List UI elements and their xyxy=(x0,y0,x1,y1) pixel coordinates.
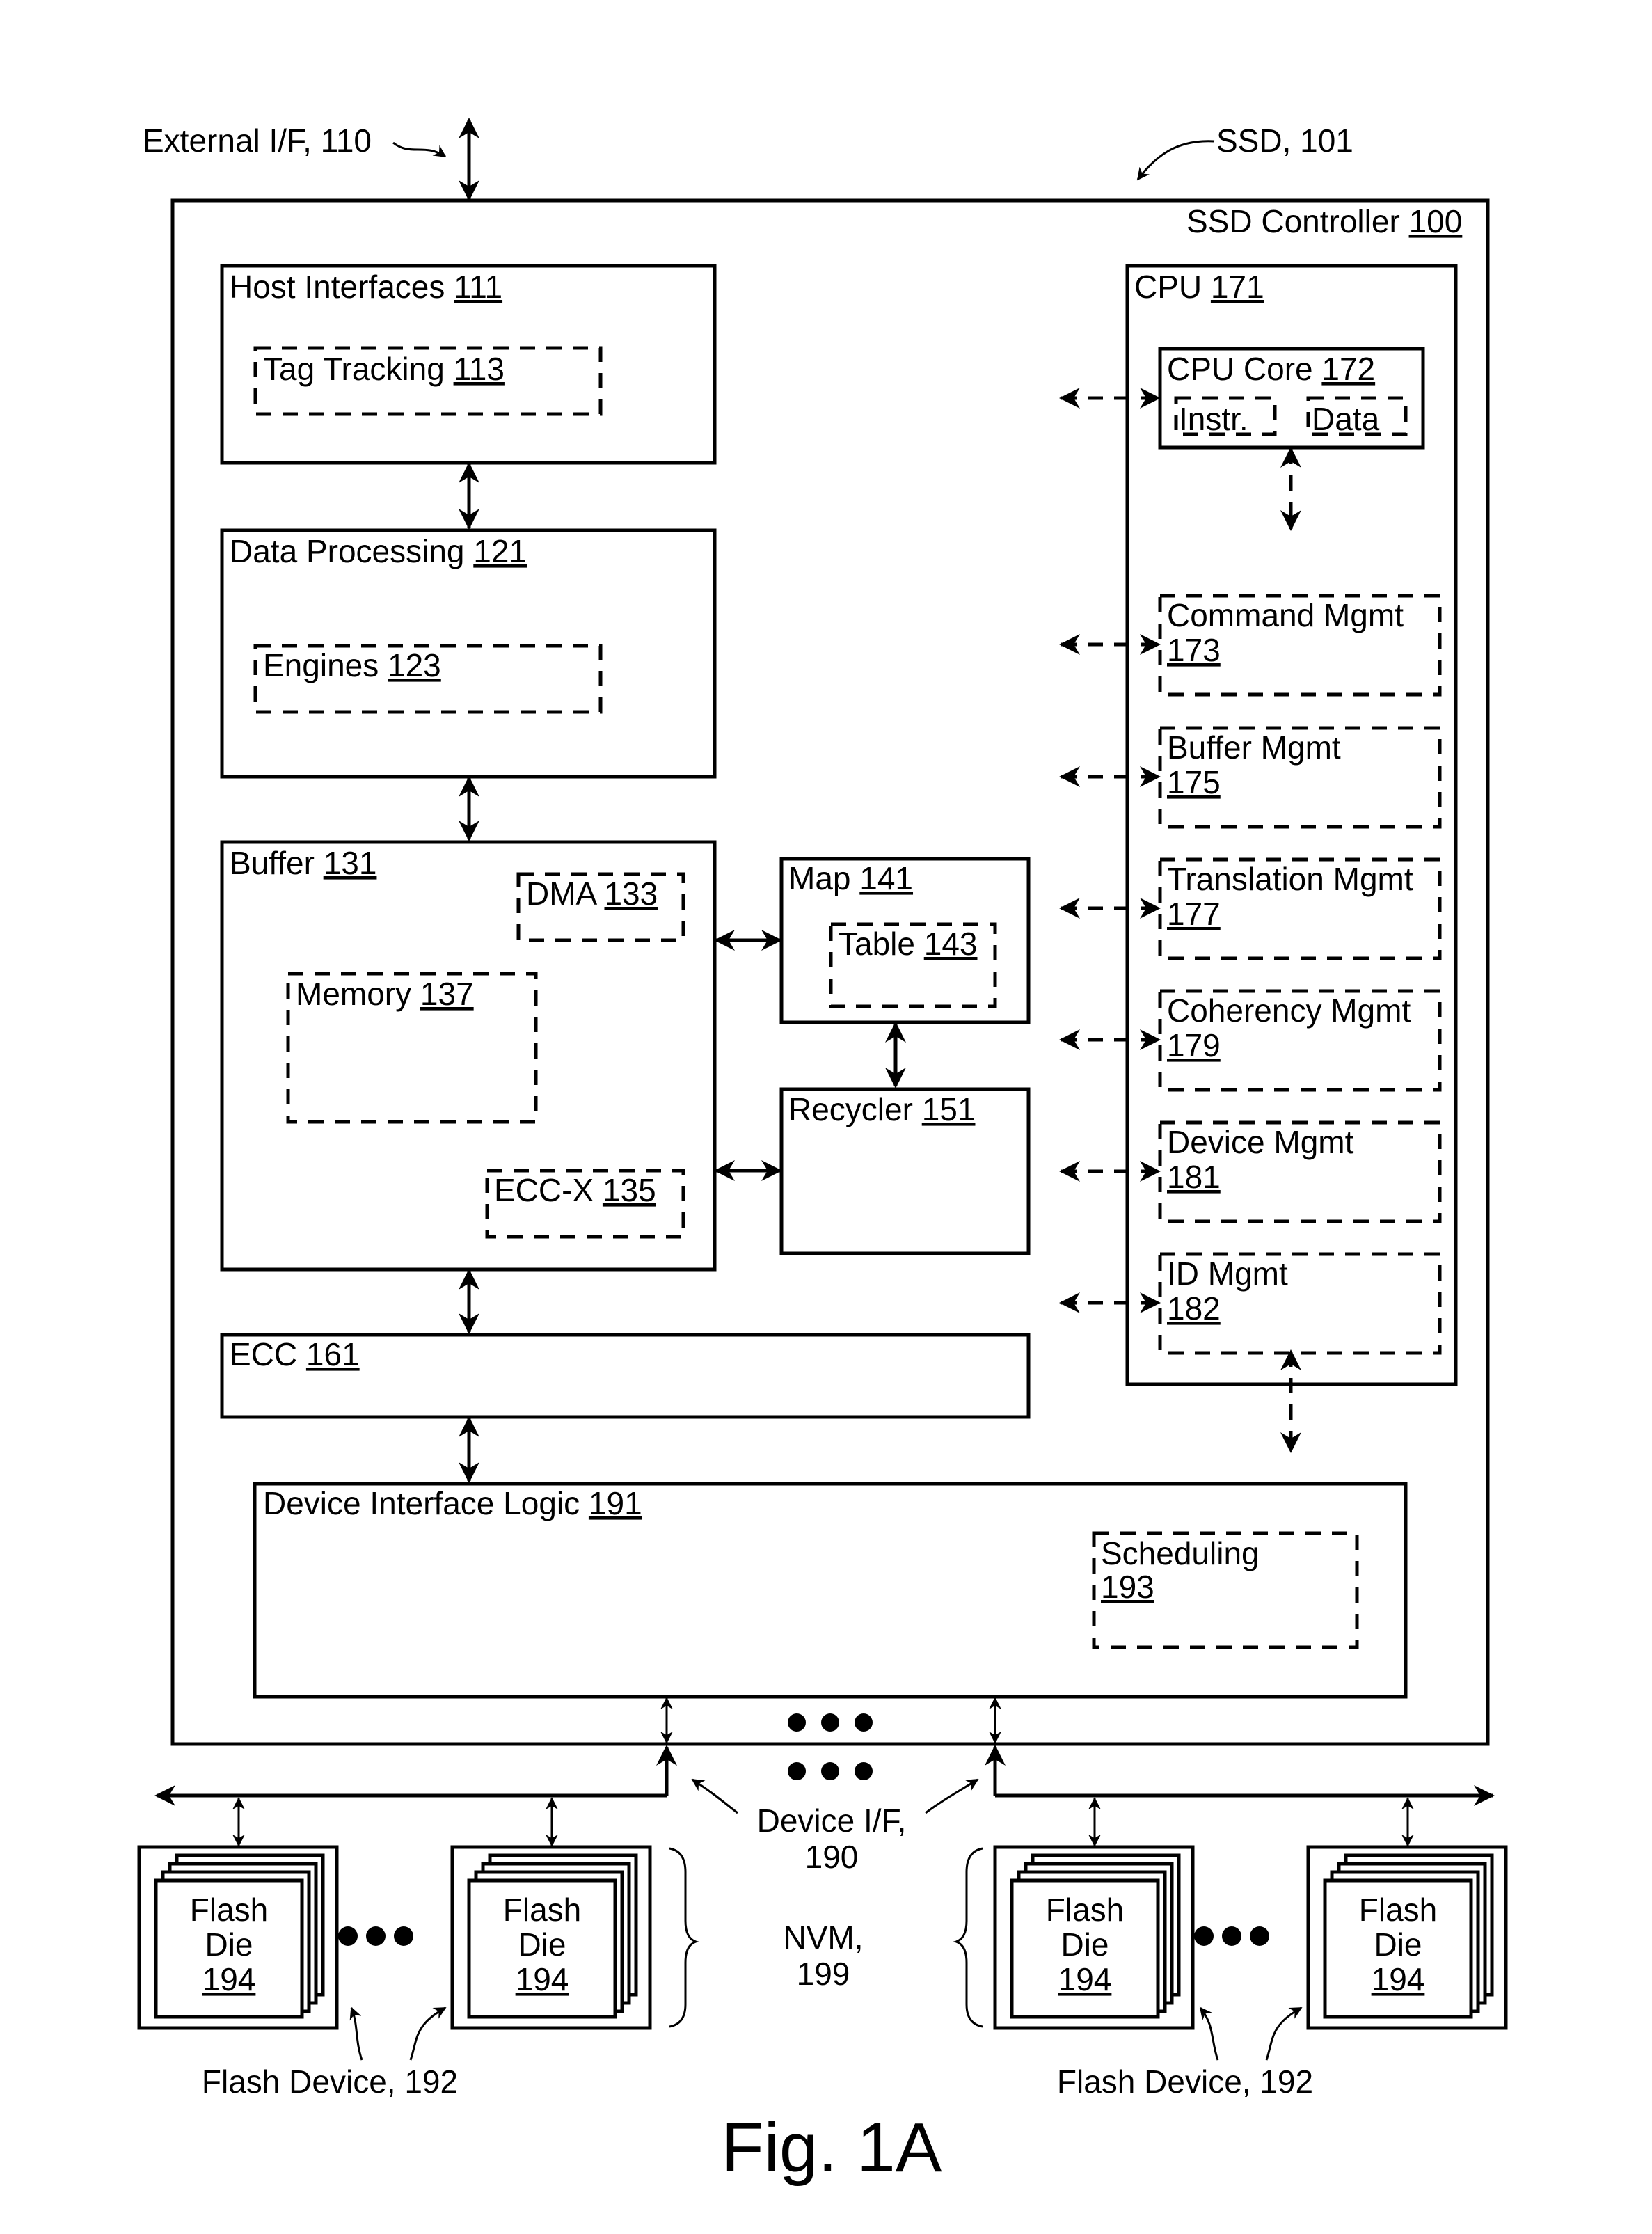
nvm-label-line1: NVM, xyxy=(784,1919,864,1956)
ellipsis-left xyxy=(338,1926,413,1946)
host-interfaces-label: Host Interfaces 111 xyxy=(230,269,502,305)
mgmt-label: Coherency Mgmt xyxy=(1167,992,1411,1029)
flash-die-label-line1: Flash xyxy=(190,1892,268,1928)
nvm-brace-right xyxy=(953,1847,983,2028)
external-if-leader xyxy=(392,141,447,158)
device-if-label-line2: 190 xyxy=(805,1839,859,1875)
flash-device: FlashDie194 xyxy=(993,1797,1195,2030)
data-processing-label: Data Processing 121 xyxy=(230,533,527,569)
data-cache-label: Data xyxy=(1312,401,1380,437)
ellipsis-right xyxy=(1194,1926,1269,1946)
device-interface-logic-label: Device Interface Logic 191 xyxy=(263,1485,642,1521)
flash-die-ref: 194 xyxy=(1372,1961,1425,1997)
nvm-brace-left xyxy=(669,1847,699,2028)
flash-device-leader-3 xyxy=(1199,2006,1219,2061)
buffer-label: Buffer 131 xyxy=(230,845,376,881)
figure-caption: Fig. 1A xyxy=(722,2109,942,2187)
ssd-leader xyxy=(1136,140,1215,181)
ellipsis-outer xyxy=(788,1762,873,1780)
flash-die-label-line2: Die xyxy=(1374,1926,1422,1963)
flash-device: FlashDie194 xyxy=(137,1797,339,2030)
flash-die-label-line2: Die xyxy=(518,1926,566,1963)
flash-die-label-line1: Flash xyxy=(1046,1892,1124,1928)
dma-label: DMA 133 xyxy=(526,876,658,912)
flash-die-label-line2: Die xyxy=(205,1926,253,1963)
tag-tracking-label: Tag Tracking 113 xyxy=(263,351,505,387)
device-if-leader-left xyxy=(691,1778,738,1814)
cpu-core-label: CPU Core 172 xyxy=(1167,351,1375,387)
mgmt-label: Device Mgmt xyxy=(1167,1124,1354,1160)
scheduling-label: Scheduling xyxy=(1101,1535,1260,1571)
memory-label: Memory 137 xyxy=(296,976,474,1012)
map-label: Map 141 xyxy=(788,860,913,896)
mgmt-label: Buffer Mgmt xyxy=(1167,729,1341,766)
flash-die-ref: 194 xyxy=(1058,1961,1112,1997)
flash-device-label-left: Flash Device, 192 xyxy=(202,2063,458,2100)
flash-device-label-right: Flash Device, 192 xyxy=(1057,2063,1313,2100)
engines-label: Engines 123 xyxy=(263,647,441,683)
flash-device: FlashDie194 xyxy=(450,1797,652,2030)
mgmt-ref: 177 xyxy=(1167,896,1221,932)
mgmt-ref: 181 xyxy=(1167,1159,1221,1195)
ecc-x-label: ECC-X 135 xyxy=(494,1172,656,1208)
flash-die-label-line2: Die xyxy=(1061,1926,1109,1963)
scheduling-ref: 193 xyxy=(1101,1569,1154,1605)
mgmt-label: Translation Mgmt xyxy=(1167,861,1413,897)
ssd-label: SSD, 101 xyxy=(1216,122,1353,159)
flash-device-leader-2 xyxy=(409,2006,447,2061)
flash-die-label-line1: Flash xyxy=(1359,1892,1437,1928)
mgmt-ref: 182 xyxy=(1167,1290,1221,1326)
mgmt-label: Command Mgmt xyxy=(1167,597,1404,633)
ssd-controller-label: SSD Controller 100 xyxy=(1186,203,1462,239)
external-if-label: External I/F, 110 xyxy=(143,122,372,159)
table-label: Table 143 xyxy=(839,926,978,962)
mgmt-ref: 179 xyxy=(1167,1027,1221,1063)
recycler-label: Recycler 151 xyxy=(788,1091,975,1127)
flash-device-leader-4 xyxy=(1265,2006,1303,2061)
mgmt-label: ID Mgmt xyxy=(1167,1255,1288,1292)
flash-device: FlashDie194 xyxy=(1306,1797,1508,2030)
mgmt-ref: 173 xyxy=(1167,632,1221,668)
flash-die-ref: 194 xyxy=(516,1961,569,1997)
instr-cache-label: Instr. xyxy=(1179,401,1248,437)
ellipsis-inner xyxy=(788,1713,873,1732)
device-if-label-line1: Device I/F, xyxy=(757,1803,907,1839)
flash-die-ref: 194 xyxy=(202,1961,256,1997)
flash-die-label-line1: Flash xyxy=(503,1892,581,1928)
nvm-label-line2: 199 xyxy=(797,1956,850,1992)
mgmt-ref: 175 xyxy=(1167,764,1221,800)
ecc-label: ECC 161 xyxy=(230,1336,360,1372)
flash-device-leader-1 xyxy=(349,2006,363,2061)
device-if-leader-right xyxy=(925,1778,979,1814)
ssd-block-diagram: External I/F, 110 SSD, 101 SSD Controlle… xyxy=(137,118,1508,2187)
cpu-label: CPU 171 xyxy=(1134,269,1264,305)
